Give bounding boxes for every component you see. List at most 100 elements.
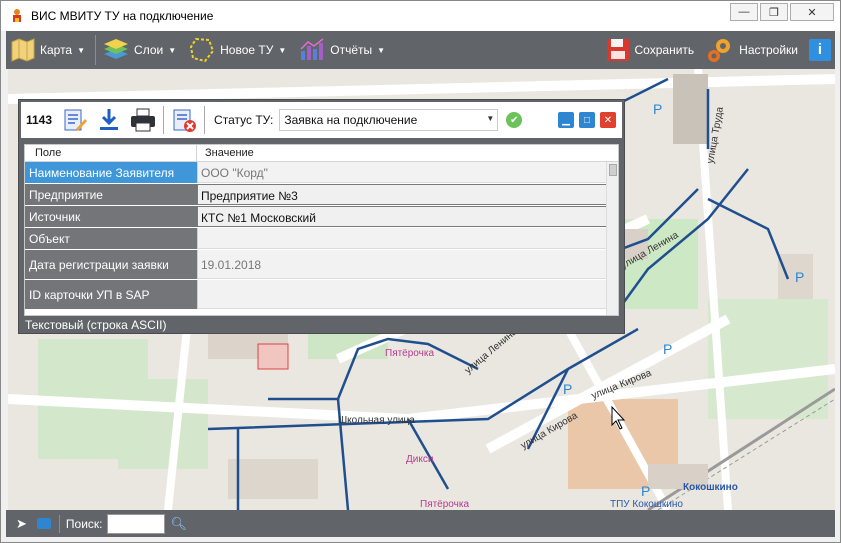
column-header-field: Поле bbox=[25, 145, 197, 161]
table-row[interactable]: Предприятие Предприятие №3 ▼ bbox=[25, 184, 618, 206]
delete-button[interactable] bbox=[167, 103, 201, 137]
row-key: Объект bbox=[25, 228, 197, 249]
row-key: Дата регистрации заявки bbox=[25, 250, 197, 279]
close-icon: ✕ bbox=[603, 114, 613, 126]
printer-icon bbox=[131, 108, 156, 132]
map-label: Пятёрочка bbox=[385, 348, 434, 359]
save-button[interactable]: Сохранить bbox=[601, 31, 702, 69]
toolbar-map-label: Карта bbox=[40, 43, 73, 57]
chevron-down-icon: ▼ bbox=[486, 114, 495, 123]
maximize-icon: □ bbox=[583, 114, 591, 126]
select-arrow-icon[interactable]: ➤ bbox=[16, 516, 27, 532]
search-input[interactable] bbox=[106, 513, 165, 534]
row-key: Предприятие bbox=[25, 184, 197, 205]
scrollbar-thumb[interactable] bbox=[609, 164, 617, 176]
column-header-value: Значение bbox=[205, 147, 254, 159]
info-button[interactable]: i bbox=[805, 31, 835, 69]
map-label: Дикси bbox=[406, 454, 433, 465]
title-bar: ВИС МВИТУ ТУ на подключение — ❐ ✕ bbox=[1, 1, 840, 31]
new-polygon-icon bbox=[190, 37, 215, 63]
panel-close-button[interactable]: ✕ bbox=[600, 112, 616, 128]
tu-properties-panel: 1143 Статус ТУ: Заявка на подключение ▼ … bbox=[18, 99, 625, 334]
toolbar-reports-menu[interactable]: Отчёты ▼ bbox=[294, 31, 393, 69]
table-row[interactable]: ID карточки УП в SAP bbox=[25, 280, 618, 310]
source-select[interactable]: КТС №1 Московский ▼ bbox=[197, 206, 618, 227]
toolbar-separator bbox=[58, 514, 60, 533]
parking-icon: P bbox=[641, 483, 650, 499]
map-label: Пятёрочка bbox=[420, 499, 469, 510]
restore-button[interactable]: ❐ bbox=[760, 3, 788, 21]
status-label: Статус ТУ: bbox=[214, 113, 274, 127]
table-row[interactable]: Дата регистрации заявки 19.01.2018 bbox=[25, 250, 618, 280]
toolbar-layers-label: Слои bbox=[134, 43, 164, 57]
grid-header: Поле Значение bbox=[25, 145, 618, 162]
print-button[interactable] bbox=[126, 103, 160, 137]
window-title: ВИС МВИТУ ТУ на подключение bbox=[31, 9, 214, 23]
edit-document-icon bbox=[64, 109, 88, 131]
info-icon: i bbox=[809, 39, 831, 61]
toolbar-new-tu-menu[interactable]: Новое ТУ ▼ bbox=[184, 31, 294, 69]
row-key: Источник bbox=[25, 206, 197, 227]
download-icon bbox=[100, 109, 119, 130]
parking-icon: P bbox=[563, 381, 572, 397]
parking-icon: P bbox=[795, 269, 804, 285]
bottom-toolbar: ➤ Поиск: 🔍︎ bbox=[6, 510, 835, 537]
confirm-status-button[interactable]: ✔ bbox=[506, 112, 523, 128]
window-controls: — ❐ ✕ bbox=[730, 3, 834, 21]
tu-number: 1143 bbox=[26, 113, 53, 127]
minimize-button[interactable]: — bbox=[730, 3, 758, 21]
grid-scrollbar[interactable] bbox=[606, 162, 618, 315]
panel-minimize-button[interactable]: ▁ bbox=[558, 112, 574, 128]
row-value[interactable]: 19.01.2018 bbox=[197, 250, 618, 279]
app-logo-icon bbox=[13, 9, 21, 22]
panel-maximize-button[interactable]: □ bbox=[579, 112, 595, 128]
chevron-down-icon: ▼ bbox=[278, 45, 287, 55]
map-icon bbox=[11, 38, 35, 62]
row-value[interactable] bbox=[197, 280, 618, 309]
map-label: Школьная улица bbox=[338, 415, 415, 426]
panel-footer-hint: Текстовый (строка ASCII) bbox=[25, 318, 167, 332]
edit-button[interactable] bbox=[58, 103, 92, 137]
gear-icon bbox=[708, 39, 731, 62]
download-button[interactable] bbox=[92, 103, 126, 137]
parking-icon: P bbox=[663, 341, 672, 357]
search-icon[interactable]: 🔍︎ bbox=[171, 516, 188, 532]
main-toolbar: Карта ▼ Слои ▼ Новое ТУ ▼ Отчёты ▼ Сохра… bbox=[6, 31, 835, 69]
delete-document-icon bbox=[173, 109, 197, 132]
search-label: Поиск: bbox=[65, 516, 103, 531]
status-select-value: Заявка на подключение bbox=[284, 113, 418, 127]
map-label: ТПУ Кокошкино bbox=[610, 499, 683, 510]
table-row[interactable]: Наименование Заявителя ООО "Корд" bbox=[25, 162, 618, 184]
toolbar-separator bbox=[95, 35, 97, 65]
header-separator bbox=[204, 106, 206, 134]
panel-header: 1143 Статус ТУ: Заявка на подключение ▼ … bbox=[21, 102, 622, 138]
row-value[interactable] bbox=[197, 228, 618, 249]
settings-label: Настройки bbox=[739, 43, 798, 57]
toolbar-new-tu-label: Новое ТУ bbox=[220, 43, 274, 57]
row-value[interactable]: ООО "Корд" bbox=[197, 162, 618, 183]
app-window: ВИС МВИТУ ТУ на подключение — ❐ ✕ Карта … bbox=[0, 0, 841, 543]
checkmark-icon: ✔ bbox=[510, 114, 519, 126]
minimize-icon: ▁ bbox=[562, 114, 570, 126]
chevron-down-icon: ▼ bbox=[377, 45, 386, 55]
toolbar-layers-menu[interactable]: Слои ▼ bbox=[98, 31, 184, 69]
parking-icon: P bbox=[653, 101, 662, 117]
chevron-down-icon: ▼ bbox=[77, 45, 86, 55]
settings-button[interactable]: Настройки bbox=[701, 31, 805, 69]
camera-icon[interactable] bbox=[36, 518, 51, 529]
toolbar-reports-label: Отчёты bbox=[330, 43, 373, 57]
layers-icon bbox=[104, 39, 129, 59]
header-separator bbox=[163, 106, 165, 134]
map-label: Кокошкино bbox=[683, 482, 738, 493]
status-select[interactable]: Заявка на подключение ▼ bbox=[279, 109, 499, 131]
close-button[interactable]: ✕ bbox=[790, 3, 834, 21]
save-label: Сохранить bbox=[634, 43, 695, 57]
properties-grid: Поле Значение Наименование Заявителя ООО… bbox=[24, 144, 619, 316]
table-row[interactable]: Объект bbox=[25, 228, 618, 250]
panel-window-controls: ▁ □ ✕ bbox=[558, 112, 616, 128]
row-key: Наименование Заявителя bbox=[25, 162, 197, 183]
save-floppy-icon bbox=[606, 39, 629, 61]
enterprise-select[interactable]: Предприятие №3 ▼ bbox=[197, 184, 618, 205]
table-row[interactable]: Источник КТС №1 Московский ▼ bbox=[25, 206, 618, 228]
toolbar-map-menu[interactable]: Карта ▼ bbox=[6, 31, 93, 69]
